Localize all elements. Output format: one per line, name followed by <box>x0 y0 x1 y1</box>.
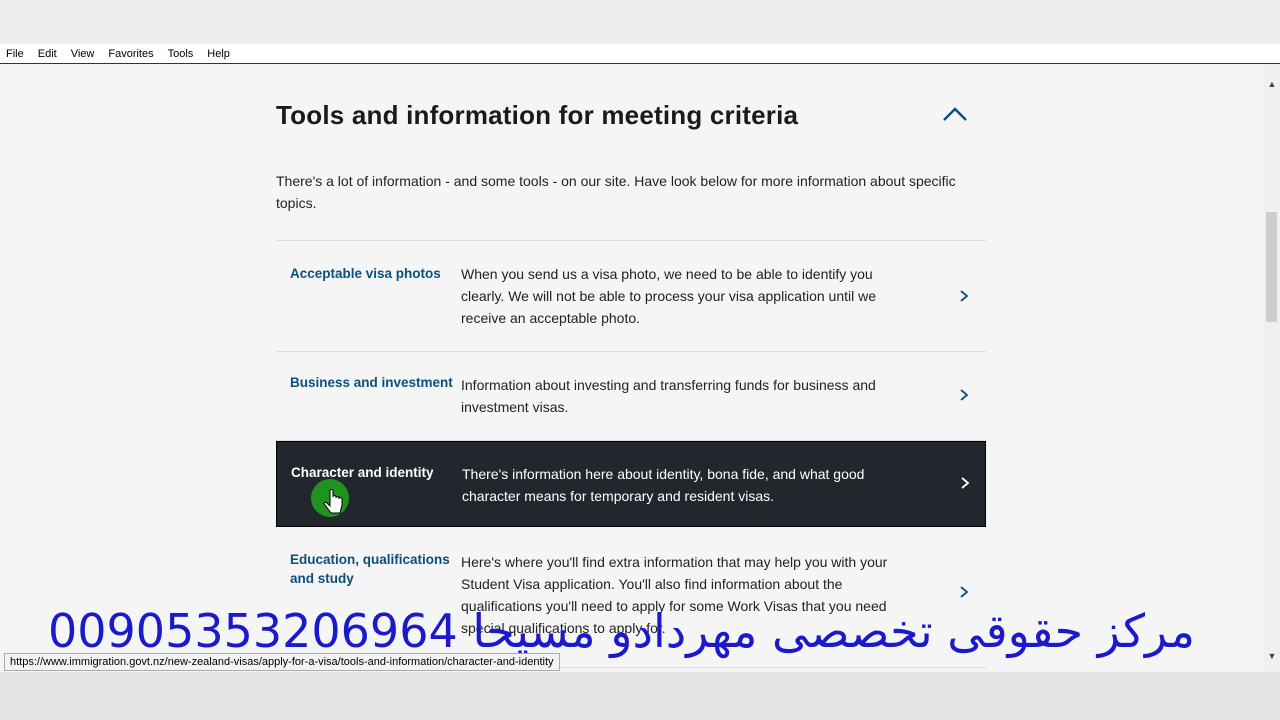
mouse-cursor <box>308 478 356 522</box>
status-bar-url: https://www.immigration.govt.nz/new-zeal… <box>4 653 560 671</box>
chevron-right-icon <box>960 290 969 302</box>
chevron-right-icon <box>960 586 969 598</box>
topic-title[interactable]: Business and investment <box>290 374 454 393</box>
topic-row-character-and-identity[interactable]: Character and identity There's informati… <box>276 441 986 527</box>
scrollbar-thumb[interactable] <box>1266 212 1277 322</box>
menu-file[interactable]: File <box>0 48 31 60</box>
watermark-text: مرکز حقوقی تخصصی مهردادو مسیحا 009053532… <box>48 604 1196 658</box>
topic-row-acceptable-visa-photos[interactable]: Acceptable visa photos When you send us … <box>276 241 986 352</box>
chevron-right-icon <box>960 389 969 401</box>
chevron-up-icon <box>943 107 967 121</box>
scroll-down-icon[interactable]: ▼ <box>1264 648 1280 664</box>
window-bottom-area <box>0 672 1280 720</box>
window-top-area <box>0 0 1280 44</box>
vertical-scrollbar[interactable]: ▲ ▼ <box>1264 64 1280 672</box>
topic-description: When you send us a visa photo, we need t… <box>461 266 877 326</box>
menu-edit[interactable]: Edit <box>31 48 64 60</box>
topic-title[interactable]: Acceptable visa photos <box>290 265 454 284</box>
collapse-button[interactable] <box>940 104 970 126</box>
topic-description: Information about investing and transfer… <box>461 377 876 415</box>
menu-view[interactable]: View <box>64 48 102 60</box>
section-intro: There's a lot of information - and some … <box>276 173 956 211</box>
menu-help[interactable]: Help <box>200 48 237 60</box>
hand-pointer-icon <box>311 479 349 517</box>
scroll-up-icon[interactable]: ▲ <box>1264 76 1280 92</box>
topic-row-business-and-investment[interactable]: Business and investment Information abou… <box>276 352 986 441</box>
section-title: Tools and information for meeting criter… <box>276 100 799 130</box>
menu-bar: File Edit View Favorites Tools Help <box>0 44 1280 64</box>
chevron-right-icon <box>961 477 970 489</box>
topic-title[interactable]: Education, qualifications and study <box>290 551 454 588</box>
topic-description: There's information here about identity,… <box>462 466 865 504</box>
menu-favorites[interactable]: Favorites <box>101 48 160 60</box>
menu-tools[interactable]: Tools <box>161 48 201 60</box>
